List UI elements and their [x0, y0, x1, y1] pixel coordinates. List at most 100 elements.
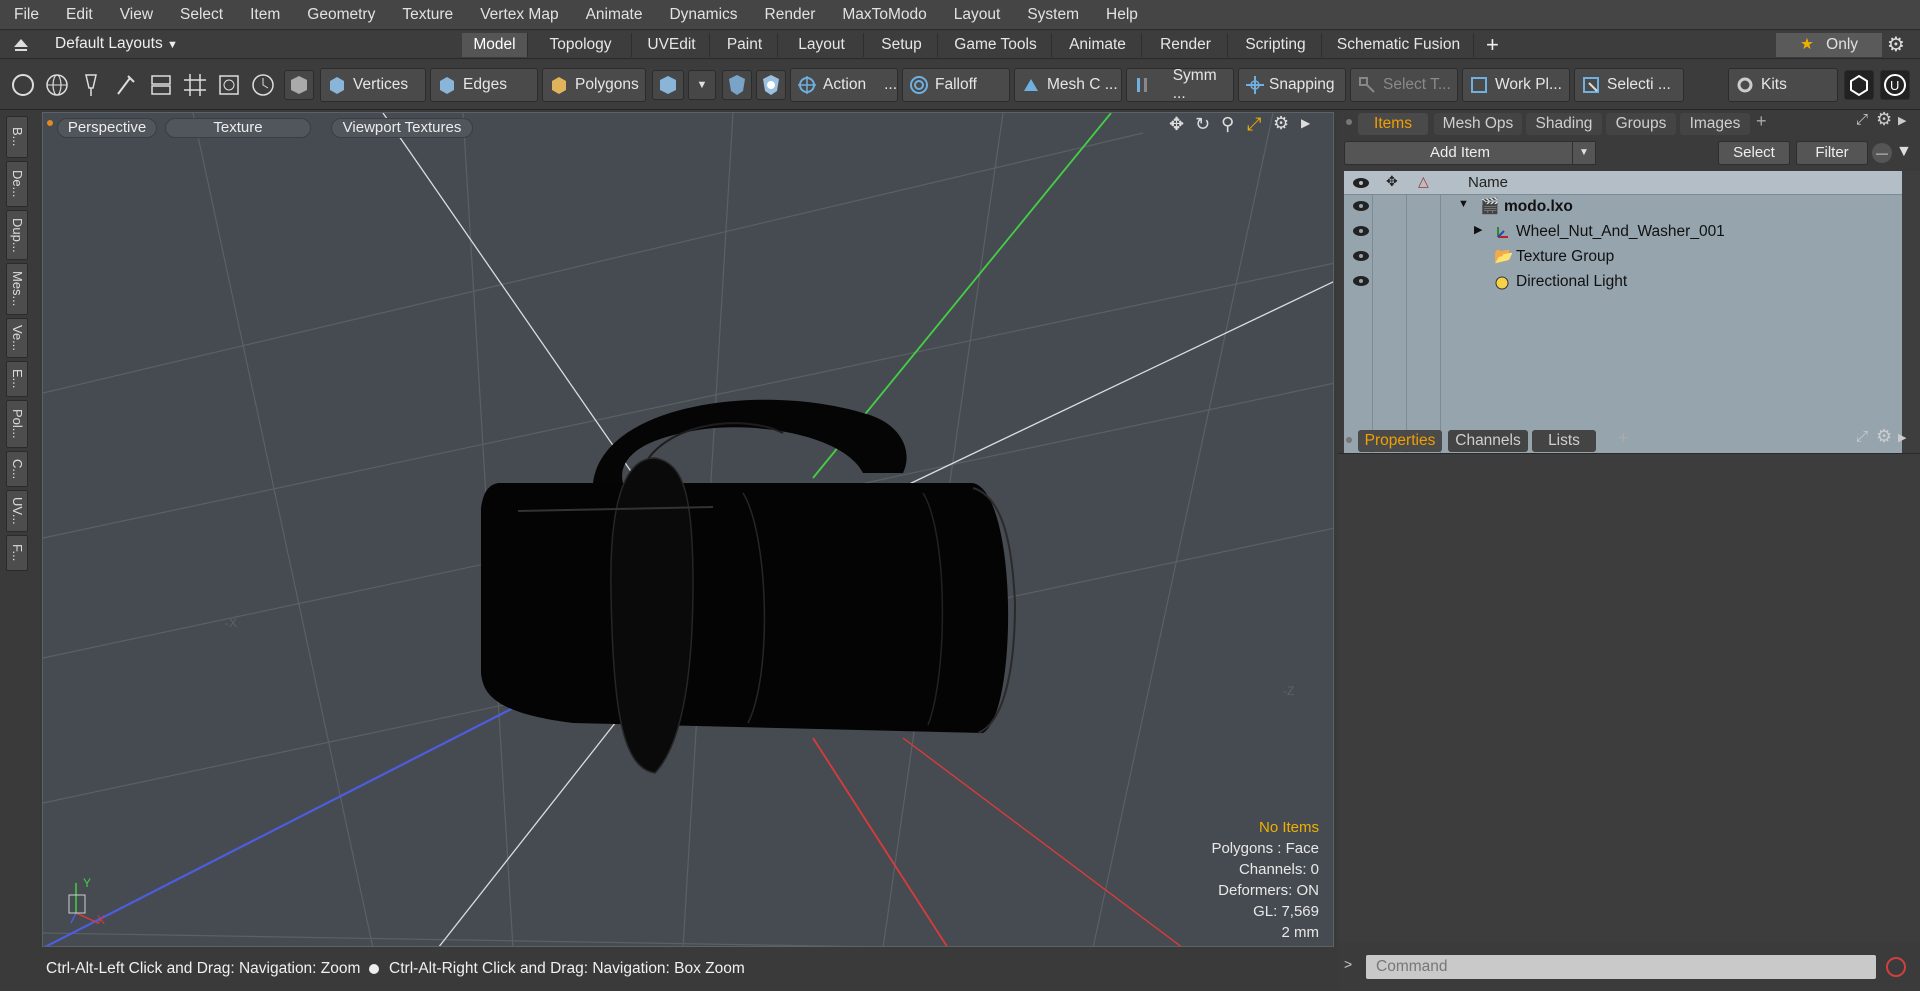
- gear-icon[interactable]: ⚙: [1887, 32, 1905, 57]
- funnel-icon[interactable]: ▼: [1896, 143, 1912, 161]
- menu-animate[interactable]: Animate: [572, 6, 656, 24]
- add-item-button[interactable]: Add Item: [1344, 141, 1576, 165]
- properties-panel-dot-icon[interactable]: [1346, 437, 1352, 443]
- only-toggle[interactable]: ★ Only: [1776, 33, 1882, 57]
- shield-icon[interactable]: [722, 70, 752, 100]
- tab-uvedit[interactable]: UVEdit: [634, 33, 710, 57]
- tab-groups[interactable]: Groups: [1606, 113, 1676, 135]
- left-tab-vertex[interactable]: Ve...: [6, 318, 28, 358]
- tree-row-scene[interactable]: ▼ 🎬 modo.lxo: [1344, 195, 1902, 220]
- left-tab-fusion[interactable]: F...: [6, 535, 28, 571]
- menu-maxtomodo[interactable]: MaxToModo: [828, 6, 939, 24]
- chevron-down-icon[interactable]: ▼: [688, 70, 716, 100]
- menu-edit[interactable]: Edit: [52, 6, 106, 24]
- tab-lists[interactable]: Lists: [1532, 430, 1596, 452]
- maximize-view-icon[interactable]: ⤢: [1247, 114, 1261, 135]
- viewport-textures-button[interactable]: Viewport Textures: [331, 118, 473, 138]
- add-properties-tab-icon[interactable]: +: [1618, 428, 1629, 449]
- filter-button[interactable]: Filter: [1796, 141, 1868, 165]
- tab-animate[interactable]: Animate: [1054, 33, 1142, 57]
- tab-schematic-fusion[interactable]: Schematic Fusion: [1324, 33, 1474, 57]
- rotate-view-icon[interactable]: ↻: [1195, 114, 1210, 135]
- tab-properties[interactable]: Properties: [1358, 430, 1442, 452]
- vertices-button[interactable]: Vertices: [320, 68, 426, 102]
- viewport-expand-arrow-icon[interactable]: ▶: [1301, 116, 1310, 130]
- tab-layout[interactable]: Layout: [780, 33, 864, 57]
- tree-row-mesh[interactable]: ▶ Wheel_Nut_And_Washer_001: [1344, 220, 1902, 245]
- tab-images[interactable]: Images: [1680, 113, 1750, 135]
- tab-topology[interactable]: Topology: [530, 33, 632, 57]
- properties-gear-icon[interactable]: ⚙: [1876, 426, 1892, 447]
- add-panel-tab-icon[interactable]: +: [1756, 111, 1767, 132]
- move-view-icon[interactable]: ✥: [1169, 114, 1184, 135]
- name-column-header[interactable]: Name: [1468, 174, 1508, 191]
- properties-expand-icon[interactable]: ⤢: [1856, 428, 1868, 445]
- add-tab-icon[interactable]: +: [1486, 32, 1499, 58]
- edges-button[interactable]: Edges: [430, 68, 538, 102]
- globe-icon[interactable]: [42, 70, 72, 100]
- record-macro-icon[interactable]: [1886, 957, 1906, 977]
- tab-paint[interactable]: Paint: [712, 33, 778, 57]
- visibility-eye-icon[interactable]: [1352, 225, 1370, 237]
- collapse-up-icon[interactable]: [13, 37, 29, 53]
- work-plane-button[interactable]: Work Pl...: [1462, 68, 1570, 102]
- menu-file[interactable]: File: [0, 6, 52, 24]
- 3d-viewport[interactable]: Y X -X -Z Perspective Texture Viewport T…: [42, 112, 1334, 947]
- menu-vertex-map[interactable]: Vertex Map: [466, 6, 571, 24]
- panel-gear-icon[interactable]: ⚙: [1876, 109, 1892, 130]
- visibility-eye-icon[interactable]: [1352, 200, 1370, 212]
- command-input[interactable]: Command: [1366, 955, 1876, 979]
- menu-system[interactable]: System: [1013, 6, 1092, 24]
- action-center-button[interactable]: Action ...: [790, 68, 898, 102]
- tab-scripting[interactable]: Scripting: [1230, 33, 1322, 57]
- viewport-gear-icon[interactable]: ⚙: [1273, 113, 1289, 134]
- left-tab-deform[interactable]: De...: [6, 161, 28, 207]
- falloff-button[interactable]: Falloff: [902, 68, 1010, 102]
- menu-texture[interactable]: Texture: [388, 6, 466, 24]
- frame-icon[interactable]: [214, 70, 244, 100]
- items-panel-dot-icon[interactable]: [1346, 119, 1352, 125]
- select-through-button[interactable]: Select T...: [1350, 68, 1458, 102]
- menu-layout[interactable]: Layout: [940, 6, 1014, 24]
- tab-model[interactable]: Model: [462, 33, 528, 57]
- left-tab-duplicate[interactable]: Dup...: [6, 210, 28, 260]
- kits-button[interactable]: Kits: [1728, 68, 1838, 102]
- tab-channels[interactable]: Channels: [1448, 430, 1528, 452]
- menu-view[interactable]: View: [106, 6, 166, 24]
- add-item-chevron-icon[interactable]: ▼: [1572, 141, 1596, 165]
- select-circle-icon[interactable]: [8, 70, 38, 100]
- unity-icon[interactable]: [1844, 70, 1874, 100]
- expand-right-icon[interactable]: ▶: [1474, 223, 1482, 236]
- zoom-view-icon[interactable]: ⚲: [1221, 114, 1234, 135]
- left-tab-edge[interactable]: E...: [6, 361, 28, 397]
- menu-select[interactable]: Select: [166, 6, 236, 24]
- tab-items[interactable]: Items: [1358, 113, 1428, 135]
- grid-icon[interactable]: [180, 70, 210, 100]
- vertical-scrollbar[interactable]: [1902, 171, 1920, 495]
- panel-arrow-icon[interactable]: ▶: [1898, 114, 1906, 127]
- visibility-eye-icon[interactable]: [1352, 250, 1370, 262]
- symmetry-button[interactable]: Symm ...: [1126, 67, 1234, 102]
- tab-shading[interactable]: Shading: [1526, 113, 1602, 135]
- tree-row-texture-group[interactable]: 📂 Texture Group: [1344, 245, 1902, 270]
- material-mode-icon[interactable]: [652, 70, 684, 100]
- snapping-button[interactable]: Snapping: [1238, 68, 1346, 102]
- clock-icon[interactable]: [248, 70, 278, 100]
- perspective-button[interactable]: Perspective: [57, 118, 157, 138]
- select-button[interactable]: Select: [1718, 141, 1790, 165]
- menu-help[interactable]: Help: [1092, 6, 1151, 24]
- menu-geometry[interactable]: Geometry: [293, 6, 388, 24]
- left-tab-mesh-edit[interactable]: Mes...: [6, 263, 28, 315]
- transform-icon[interactable]: [146, 70, 176, 100]
- left-tab-curve[interactable]: C...: [6, 451, 28, 487]
- polygons-button[interactable]: Polygons: [542, 68, 646, 102]
- tab-render[interactable]: Render: [1144, 33, 1228, 57]
- menu-dynamics[interactable]: Dynamics: [655, 6, 750, 24]
- selection-sets-button[interactable]: Selecti ...: [1574, 68, 1684, 102]
- left-tab-polygon[interactable]: Pol...: [6, 400, 28, 448]
- menu-item[interactable]: Item: [236, 6, 293, 24]
- tree-row-light[interactable]: Directional Light: [1344, 270, 1902, 295]
- shield-alt-icon[interactable]: [756, 70, 786, 100]
- visibility-eye-icon[interactable]: [1352, 275, 1370, 287]
- properties-arrow-icon[interactable]: ▶: [1898, 431, 1906, 444]
